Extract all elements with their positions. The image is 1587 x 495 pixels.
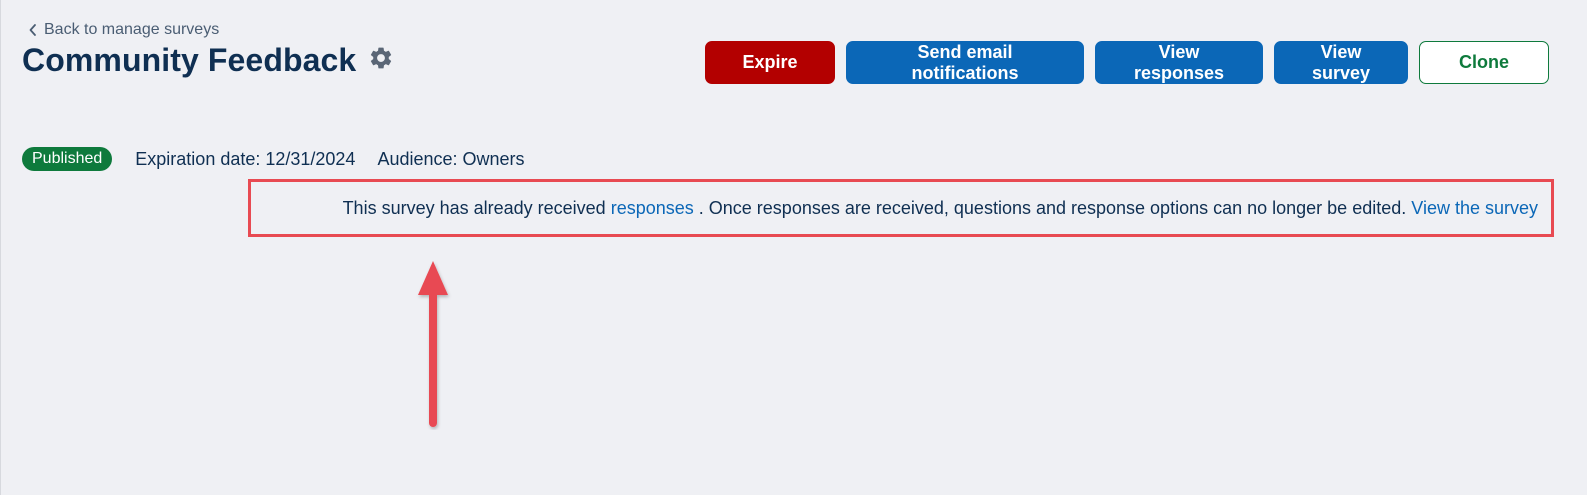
action-toolbar: Expire Send email notifications View res…: [705, 41, 1549, 84]
view-survey-button[interactable]: View survey: [1274, 41, 1408, 84]
clone-button[interactable]: Clone: [1419, 41, 1549, 84]
annotation-arrow-icon: [400, 255, 470, 435]
expiration-date: Expiration date: 12/31/2024: [135, 148, 356, 169]
back-link-label: Back to manage surveys: [44, 21, 220, 38]
back-link[interactable]: Back to manage surveys: [28, 21, 219, 39]
audience: Audience: Owners: [377, 148, 525, 169]
page-left-border: [0, 0, 1, 495]
title-row: Community Feedback: [22, 42, 394, 79]
survey-meta: Published Expiration date: 12/31/2024 Au…: [22, 147, 547, 171]
responses-notice: This survey has already received respons…: [248, 179, 1554, 237]
notice-text-before: This survey has already received: [342, 197, 606, 218]
notice-text-after: . Once responses are received, questions…: [698, 197, 1407, 218]
page-title: Community Feedback: [22, 42, 357, 78]
chevron-left-icon: [28, 23, 38, 37]
status-badge: Published: [22, 147, 113, 171]
expire-button[interactable]: Expire: [705, 41, 835, 84]
view-responses-button[interactable]: View responses: [1095, 41, 1263, 84]
responses-link[interactable]: responses: [611, 198, 694, 219]
gear-icon[interactable]: [368, 45, 394, 76]
view-the-survey-link[interactable]: View the survey: [1411, 198, 1538, 219]
send-email-notifications-button[interactable]: Send email notifications: [846, 41, 1084, 84]
